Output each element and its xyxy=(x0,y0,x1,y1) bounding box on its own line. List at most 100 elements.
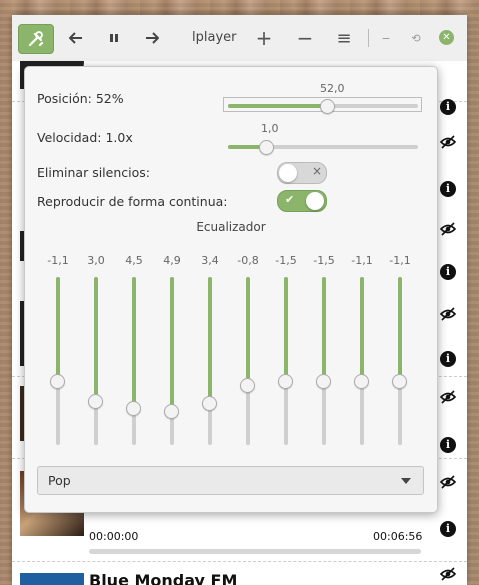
equalizer-band-handle[interactable] xyxy=(164,404,179,420)
position-label: Posición: 52% xyxy=(37,91,124,106)
equalizer-title: Ecualizador xyxy=(196,220,266,234)
equalizer-band-handle[interactable] xyxy=(392,374,407,390)
equalizer-band-handle[interactable] xyxy=(126,401,141,417)
remove-button[interactable]: − xyxy=(295,24,315,52)
hidden-icon[interactable] xyxy=(439,134,457,150)
pause-button[interactable] xyxy=(102,24,126,52)
equalizer-band-value: -1,1 xyxy=(389,254,411,267)
track-thumbnail xyxy=(20,573,84,585)
equalizer-band-slider[interactable] xyxy=(278,277,293,445)
equalizer-band-slider[interactable] xyxy=(164,277,179,445)
equalizer-band-handle[interactable] xyxy=(202,396,217,411)
speed-slider-handle[interactable] xyxy=(259,140,274,155)
hamburger-icon: ≡ xyxy=(336,27,352,49)
preset-dropdown[interactable]: Pop xyxy=(37,466,424,495)
equalizer-band-fill xyxy=(56,277,60,382)
equalizer-band-handle[interactable] xyxy=(316,374,331,390)
preset-selected-value: Pop xyxy=(48,473,71,488)
minimize-button[interactable]: − xyxy=(378,24,394,52)
info-icon[interactable]: i xyxy=(440,99,456,115)
equalizer-band-fill xyxy=(170,277,174,412)
tools-icon xyxy=(28,31,44,47)
hidden-icon[interactable] xyxy=(439,474,457,490)
total-time: 00:06:56 xyxy=(373,530,423,543)
close-icon: ✕ xyxy=(442,32,451,43)
equalizer-band-handle[interactable] xyxy=(354,374,369,390)
equalizer-band-value: 4,9 xyxy=(163,254,181,267)
equalizer-band-slider[interactable] xyxy=(354,277,369,445)
continuous-play-label: Reproducir de forma continua: xyxy=(37,194,228,209)
restore-button[interactable]: ⟲ xyxy=(408,24,424,52)
hidden-icon[interactable] xyxy=(439,389,457,405)
previous-button[interactable] xyxy=(64,24,88,52)
current-time: 00:00:00 xyxy=(89,530,139,543)
continuous-play-toggle[interactable]: ✔ xyxy=(277,190,327,212)
equalizer-band-slider[interactable] xyxy=(240,277,255,445)
equalizer-band-handle[interactable] xyxy=(50,374,65,390)
info-icon[interactable]: i xyxy=(440,351,456,367)
equalizer-band-fill xyxy=(284,277,288,382)
track-progress-bar[interactable] xyxy=(89,549,421,554)
info-icon[interactable]: i xyxy=(440,181,456,197)
add-button[interactable]: + xyxy=(254,24,274,52)
info-icon[interactable]: i xyxy=(440,437,456,453)
equalizer-band-slider[interactable] xyxy=(316,277,331,445)
equalizer-band-value: -1,1 xyxy=(351,254,373,267)
info-icon[interactable]: i xyxy=(440,521,456,537)
equalizer-band-value: -1,1 xyxy=(47,254,69,267)
toggle-knob xyxy=(279,164,297,182)
speed-slider[interactable] xyxy=(228,140,418,155)
equalizer-band-handle[interactable] xyxy=(240,377,255,393)
plus-icon: + xyxy=(255,26,273,50)
equalizer-band-value: 3,0 xyxy=(87,254,105,267)
equalizer-band-fill xyxy=(132,277,136,409)
hidden-icon[interactable] xyxy=(439,221,457,237)
row-divider xyxy=(12,561,467,562)
hidden-icon[interactable] xyxy=(439,566,457,582)
position-slider[interactable] xyxy=(228,99,418,114)
hidden-icon[interactable] xyxy=(439,306,457,322)
next-button[interactable] xyxy=(140,24,164,52)
equalizer-band-slider[interactable] xyxy=(202,277,217,445)
header-separator xyxy=(368,29,369,47)
equalizer-band-slider[interactable] xyxy=(88,277,103,445)
restore-icon: ⟲ xyxy=(411,31,421,45)
equalizer-band-slider[interactable] xyxy=(50,277,65,445)
equalizer-band-fill xyxy=(322,277,326,382)
speed-value: 1,0 xyxy=(261,122,279,135)
equalizer-band-value: -1,5 xyxy=(275,254,297,267)
tools-button[interactable] xyxy=(18,24,54,54)
equalizer-band-slider[interactable] xyxy=(392,277,407,445)
equalizer-band-value: 3,4 xyxy=(201,254,219,267)
toggle-on-icon: ✔ xyxy=(285,193,295,206)
track-title: Blue Monday FM xyxy=(89,571,238,585)
equalizer-band-handle[interactable] xyxy=(278,374,293,390)
window-title: lplayer xyxy=(192,30,237,45)
equalizer-band-fill xyxy=(360,277,364,382)
toggle-knob xyxy=(306,192,324,210)
equalizer-band-fill xyxy=(246,277,250,385)
info-icon[interactable]: i xyxy=(440,264,456,280)
equalizer-band-slider[interactable] xyxy=(126,277,141,445)
minus-icon: − xyxy=(296,26,314,50)
menu-button[interactable]: ≡ xyxy=(334,24,354,52)
equalizer-band-fill xyxy=(208,277,212,403)
toggle-off-icon: × xyxy=(312,164,323,178)
position-slider-handle[interactable] xyxy=(319,99,335,114)
chevron-down-icon xyxy=(401,478,411,484)
settings-popover: Posición: 52% 52,0 Velocidad: 1.0x 1,0 E… xyxy=(24,66,438,513)
position-slider-fill xyxy=(228,104,327,108)
next-icon xyxy=(146,32,159,44)
close-button[interactable]: ✕ xyxy=(439,30,454,45)
equalizer-band-value: -0,8 xyxy=(237,254,259,267)
header-bar: lplayer + − ≡ − ⟲ ✕ xyxy=(12,15,467,62)
position-value: 52,0 xyxy=(320,82,345,95)
equalizer-band-fill xyxy=(398,277,402,382)
remove-silences-label: Eliminar silencios: xyxy=(37,165,150,180)
equalizer-band-value: 4,5 xyxy=(125,254,143,267)
pause-icon xyxy=(110,34,118,42)
equalizer-band-handle[interactable] xyxy=(88,394,103,410)
equalizer-band-value: -1,5 xyxy=(313,254,335,267)
equalizer-band-fill xyxy=(94,277,98,402)
remove-silences-toggle[interactable]: × xyxy=(277,162,327,184)
